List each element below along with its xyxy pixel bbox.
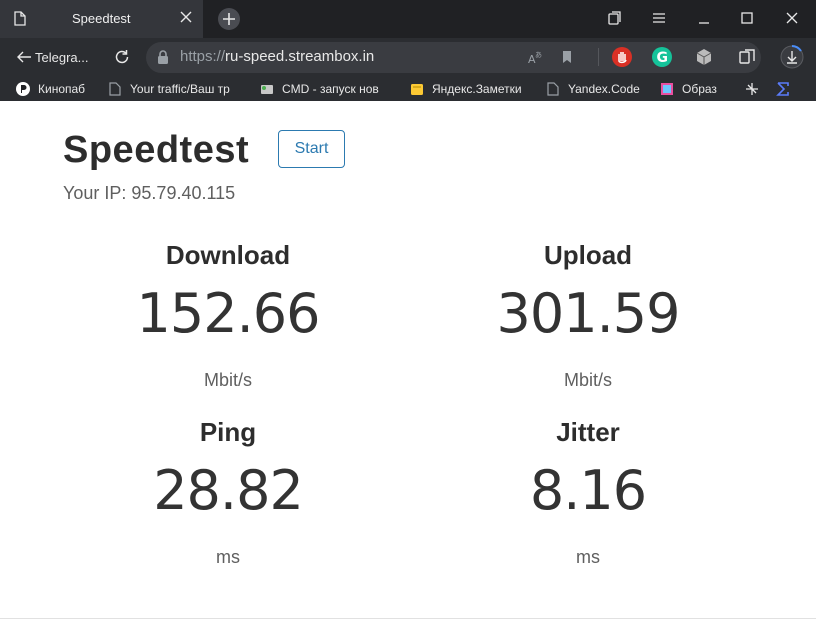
bookmark-item[interactable]: Образ [660,81,730,97]
ip-value: 95.79.40.115 [131,183,236,203]
menu-icon[interactable] [651,10,667,26]
adblock-extension-icon[interactable] [611,46,633,68]
url-text[interactable]: https://ru-speed.streambox.in [180,48,374,65]
sigma-icon[interactable] [775,81,791,97]
ping-value: 28.82 [153,459,304,522]
download-icon[interactable] [780,45,804,69]
upload-value: 301.59 [496,282,681,345]
url-host: ru-speed.streambox.in [225,48,375,65]
tabs-manager-icon[interactable] [607,10,623,26]
ip-label: Your IP: [63,183,127,203]
page-title: Speedtest [63,129,250,171]
tab-strip: Speedtest [0,0,816,38]
document-icon [547,82,559,96]
yandex-notes-icon [411,84,423,95]
minimize-icon[interactable] [696,10,712,26]
close-tab-icon[interactable] [179,10,193,24]
bookmark-item[interactable]: Yandex.Code [546,81,650,97]
ping-unit: ms [216,547,240,567]
translate-icon[interactable]: Aあ [527,49,543,65]
bookmark-item[interactable]: Кинопаб [16,81,106,97]
tab-speedtest[interactable]: Speedtest [0,0,203,38]
jitter-value: 8.16 [529,459,647,522]
toolbar-separator [598,48,599,66]
url-protocol: https:// [180,48,226,65]
bookmarks-bar: Кинопаб Your traffic/Ваш тр CMD - запуск… [0,77,816,101]
browser-chrome: Speedtest Telegra... https://ru-speed.st… [0,0,816,101]
bookmark-item[interactable]: CMD - запуск нов [260,81,394,97]
svg-text:G: G [657,50,669,66]
ping-metric: Ping 28.82 ms [78,416,378,568]
lock-icon[interactable] [155,49,171,66]
bookmark-item[interactable]: Your traffic/Ваш тр [108,81,243,97]
jitter-metric: Jitter 8.16 ms [438,416,738,568]
ping-label: Ping [199,417,257,447]
download-metric: Download 152.66 Mbit/s [78,239,378,391]
maximize-icon[interactable] [739,10,755,26]
tab-title: Speedtest [72,11,131,26]
ip-info: Your IP: 95.79.40.115 [63,183,235,204]
back-button-label[interactable]: Telegra... [35,50,88,65]
reload-icon[interactable] [113,48,131,66]
start-button[interactable]: Start [278,130,345,168]
upload-label: Upload [543,240,633,270]
bookmark-icon[interactable] [559,49,575,65]
plus-icon [223,13,235,25]
download-unit: Mbit/s [203,370,252,390]
speedtest-page: Speedtest Start Your IP: 95.79.40.115 Do… [0,101,816,620]
bookmark-item[interactable]: Яндекс.Заметки [410,81,535,97]
jitter-unit: ms [576,547,600,567]
new-tab-button[interactable] [218,8,240,30]
upload-metric: Upload 301.59 Mbit/s [438,239,738,391]
close-window-icon[interactable] [784,10,800,26]
page-icon [14,11,26,26]
download-label: Download [165,240,291,270]
download-value: 152.66 [136,282,321,345]
image-icon [661,83,673,95]
document-icon [109,82,121,96]
footer-divider [0,618,816,619]
grammarly-extension-icon[interactable]: G [651,46,673,68]
kinopub-icon [16,82,30,96]
address-row: Telegra... https://ru-speed.streambox.in… [0,38,816,77]
cube-extension-icon[interactable] [693,46,715,68]
plus-bookmark-icon[interactable] [745,82,759,96]
collections-icon[interactable] [736,46,758,68]
svg-text:あ: あ [535,51,542,59]
back-arrow-icon[interactable] [16,49,32,65]
cmd-icon [261,85,273,94]
jitter-label: Jitter [556,417,620,447]
upload-unit: Mbit/s [563,370,612,390]
